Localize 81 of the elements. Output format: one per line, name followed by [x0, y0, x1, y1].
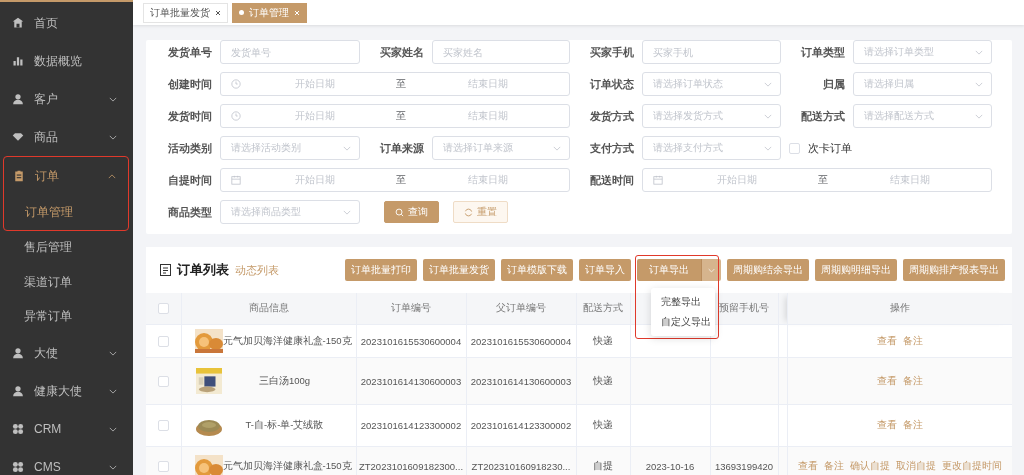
toolbar-button[interactable]: 订单模版下载	[501, 259, 573, 281]
table-cell: 2023101615530600004	[470, 335, 572, 347]
action-link[interactable]: 查看	[797, 460, 818, 474]
table-cell: 2023-10-16	[645, 461, 695, 473]
field-label: 发货单号	[168, 44, 212, 60]
table-cell-text: 元气加贝海洋健康礼盒-150克	[222, 460, 353, 474]
field-label: 买家姓名	[380, 44, 424, 60]
sidebar-subitem[interactable]: 订单管理	[4, 195, 128, 230]
table-cell: 自提	[593, 460, 613, 472]
sidebar-item[interactable]: 商品	[0, 118, 133, 156]
table-cell: ZT202310160918230...	[471, 461, 571, 473]
sidebar-item[interactable]: 订单	[4, 157, 128, 195]
page-tab[interactable]: 订单批量发货	[143, 2, 228, 23]
sidebar-item[interactable]: 客户	[0, 80, 133, 118]
toolbar-button[interactable]: 订单导入	[579, 259, 631, 281]
table-cell: 2023101614130600003	[360, 375, 462, 387]
action-link[interactable]: 备注	[902, 334, 923, 348]
table-cell: 快递	[593, 374, 613, 386]
list-subtitle[interactable]: 动态列表	[235, 262, 279, 278]
field-label: 发货方式	[590, 108, 634, 124]
field-label: 买家手机	[590, 44, 634, 60]
sidebar-item[interactable]: 大使	[0, 334, 133, 372]
menu-item[interactable]: 自定义导出	[651, 312, 715, 332]
column-header: 父订单编号	[496, 302, 546, 313]
table-cell-text: T-自-标-单-艾绒散	[244, 419, 325, 432]
action-link[interactable]: 查看	[876, 334, 897, 348]
column-header: 操作	[889, 302, 910, 313]
field-label: 订单类型	[801, 44, 845, 60]
checkbox[interactable]: 次卡订单	[789, 140, 992, 156]
reset-button[interactable]: 重置	[453, 201, 508, 223]
toolbar-button[interactable]: 周期购明细导出	[815, 259, 897, 281]
sidebar-item[interactable]: 健康大使	[0, 372, 133, 410]
action-link[interactable]: 取消自提	[895, 460, 936, 474]
action-link[interactable]: 确认自提	[849, 460, 890, 474]
toolbar-button[interactable]: 周期购结余导出	[727, 259, 809, 281]
toolbar-button[interactable]: 订单批量打印	[345, 259, 417, 281]
sidebar-subitem[interactable]: 售后管理	[0, 230, 133, 265]
action-link[interactable]: 查看	[876, 419, 897, 432]
table-cell: 13693199420	[714, 461, 774, 473]
field-label: 商品类型	[168, 204, 212, 220]
column-header: 商品信息	[248, 302, 289, 313]
field-label: 创建时间	[168, 76, 212, 92]
table-cell: 2023101614123300002	[360, 420, 462, 431]
action-link[interactable]: 更改自提时间	[941, 460, 1002, 474]
list-title: 订单列表	[177, 261, 229, 279]
column-header: 订单编号	[391, 302, 431, 313]
sidebar-subitem[interactable]: 渠道订单	[0, 265, 133, 300]
action-link[interactable]: 备注	[823, 460, 844, 474]
search-button[interactable]: 查询	[384, 201, 439, 223]
menu-item[interactable]: 完整导出	[651, 292, 715, 312]
sidebar-item[interactable]: CMS	[0, 448, 133, 475]
field-label: 订单状态	[590, 76, 634, 92]
field-label: 配送时间	[590, 172, 634, 188]
table-cell: 2023101614123300002	[470, 420, 572, 431]
table-cell: 2023101615530600004	[360, 335, 462, 347]
export-button[interactable]: 订单导出	[637, 259, 701, 281]
field-label: 活动类别	[168, 140, 212, 156]
table-cell: 快递	[593, 334, 613, 346]
table-cell: 2023101614130600003	[470, 375, 572, 387]
field-label: 自提时间	[168, 172, 212, 188]
field-label: 支付方式	[590, 140, 634, 156]
field-label: 配送方式	[801, 108, 845, 124]
sidebar-subitem[interactable]: 异常订单	[0, 299, 133, 334]
action-link[interactable]: 查看	[876, 374, 897, 388]
field-label: 归属	[823, 76, 845, 92]
table-cell: 快递	[593, 419, 613, 430]
field-label: 发货时间	[168, 108, 212, 124]
column-header: 预留手机号	[719, 302, 769, 313]
sidebar-item[interactable]: 数据概览	[0, 42, 133, 80]
sidebar-item[interactable]: CRM	[0, 410, 133, 448]
sidebar-item[interactable]: 首页	[0, 4, 133, 42]
table-cell: ZT2023101609182300...	[358, 461, 464, 473]
column-header: 配送方式	[583, 302, 623, 313]
field-label: 订单来源	[380, 140, 424, 156]
page-tab[interactable]: 订单管理	[232, 2, 307, 23]
table-cell-text: 元气加贝海洋健康礼盒-150克	[222, 334, 353, 348]
table-cell-text: 三白汤100g	[257, 374, 312, 388]
action-link[interactable]: 备注	[902, 419, 923, 432]
action-link[interactable]: 备注	[902, 374, 923, 388]
toolbar-button[interactable]: 订单批量发货	[423, 259, 495, 281]
toolbar-button[interactable]: 周期购排产报表导出	[903, 259, 1005, 281]
